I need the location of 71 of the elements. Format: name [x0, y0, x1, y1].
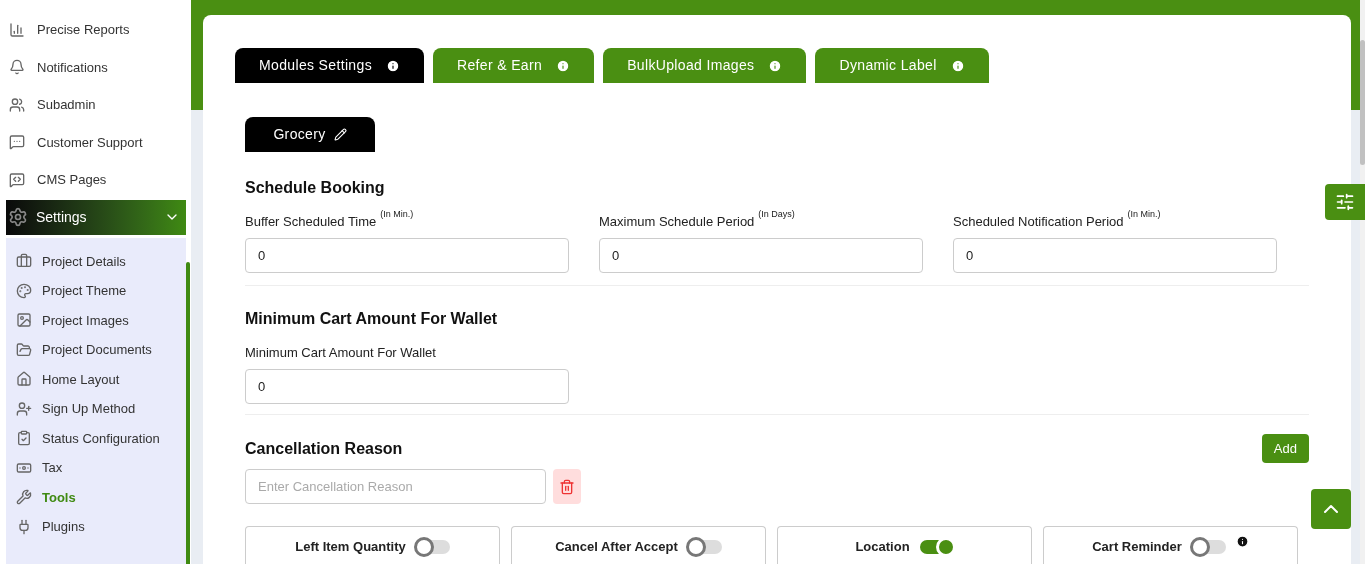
- sidebar-item[interactable]: CMS Pages: [0, 161, 191, 199]
- trash-icon: [559, 478, 575, 495]
- submenu-item[interactable]: Status Configuration: [6, 423, 186, 453]
- chart-icon: [9, 21, 25, 38]
- section-title: Minimum Cart Amount For Wallet: [245, 309, 499, 329]
- info-icon: [556, 58, 571, 73]
- filter-button[interactable]: [1325, 184, 1365, 220]
- image-icon: [16, 312, 32, 329]
- submenu-item[interactable]: Project Theme: [6, 276, 186, 306]
- field-label: Scheduled Notification Period: [953, 213, 1124, 231]
- chat-bubble-icon: [9, 134, 25, 151]
- add-button[interactable]: Add: [1261, 434, 1309, 463]
- palette-icon: [16, 282, 32, 299]
- tab[interactable]: Refer & Earn: [433, 48, 595, 83]
- scroll-top-button[interactable]: [1311, 489, 1351, 529]
- briefcase-icon: [16, 253, 32, 270]
- pencil-icon: [333, 128, 347, 141]
- input-field[interactable]: 0: [599, 238, 923, 273]
- home-icon: [16, 371, 32, 388]
- section-title: Schedule Booking: [245, 178, 386, 198]
- sidebar-item[interactable]: Customer Support: [0, 123, 191, 161]
- toggle-switch[interactable]: [919, 540, 954, 554]
- field-label: Buffer Scheduled Time: [245, 213, 377, 231]
- plug-icon: [16, 518, 32, 535]
- sidebar-item[interactable]: Notifications: [0, 48, 191, 86]
- input-field[interactable]: 0: [245, 238, 569, 273]
- code-bubble-icon: [9, 171, 25, 188]
- input-field[interactable]: 0: [953, 238, 1277, 273]
- submenu-item[interactable]: Project Images: [6, 305, 186, 335]
- info-icon: [950, 58, 965, 73]
- sidebar-item[interactable]: Subadmin: [0, 86, 191, 124]
- section-title: Cancellation Reason: [245, 438, 403, 459]
- submenu-item[interactable]: Project Documents: [6, 335, 186, 365]
- field-label: Maximum Schedule Period: [599, 213, 755, 231]
- submenu-item[interactable]: Project Details: [6, 246, 186, 276]
- unit-label: (In Min.): [1127, 208, 1161, 221]
- toggle-label: Location: [855, 538, 910, 556]
- gear-icon: [8, 207, 28, 227]
- toggle-switch[interactable]: [687, 540, 722, 554]
- info-icon: [1235, 535, 1249, 548]
- unit-label: (In Min.): [380, 208, 414, 221]
- tab[interactable]: Dynamic Label: [815, 48, 989, 83]
- unit-label: (In Days): [758, 208, 795, 221]
- submenu-item[interactable]: Sign Up Method: [6, 394, 186, 424]
- tab[interactable]: Modules Settings: [235, 48, 424, 83]
- wrench-icon: [16, 489, 32, 506]
- bell-icon: [9, 59, 25, 76]
- toggle-switch[interactable]: [1191, 540, 1226, 554]
- delete-button[interactable]: [553, 469, 581, 504]
- submenu-item[interactable]: Tools: [6, 482, 186, 512]
- user-add-icon: [16, 400, 32, 417]
- input-field[interactable]: 0: [245, 369, 569, 404]
- settings-icon: [1335, 192, 1355, 212]
- settings-menu-item[interactable]: Settings: [6, 199, 186, 235]
- toggle-label: Cancel After Accept: [555, 538, 678, 556]
- submenu-item[interactable]: Plugins: [6, 512, 186, 542]
- folder-icon: [16, 341, 32, 358]
- toggle-switch[interactable]: [415, 540, 450, 554]
- info-icon: [386, 58, 400, 73]
- toggle-label: Cart Reminder: [1092, 538, 1182, 556]
- toggle-label: Left Item Quantity: [295, 538, 406, 556]
- info-icon: [768, 58, 783, 73]
- submenu-item[interactable]: Home Layout: [6, 364, 186, 394]
- field-label: Minimum Cart Amount For Wallet: [245, 344, 436, 362]
- submenu-item[interactable]: Tax: [6, 453, 186, 483]
- users-icon: [9, 96, 25, 113]
- input-field[interactable]: Enter Cancellation Reason: [245, 469, 546, 504]
- sidebar-item[interactable]: Precise Reports: [0, 11, 191, 49]
- tab[interactable]: BulkUpload Images: [603, 48, 807, 83]
- clipboard-icon: [16, 430, 32, 447]
- module-tab[interactable]: Grocery: [245, 117, 375, 152]
